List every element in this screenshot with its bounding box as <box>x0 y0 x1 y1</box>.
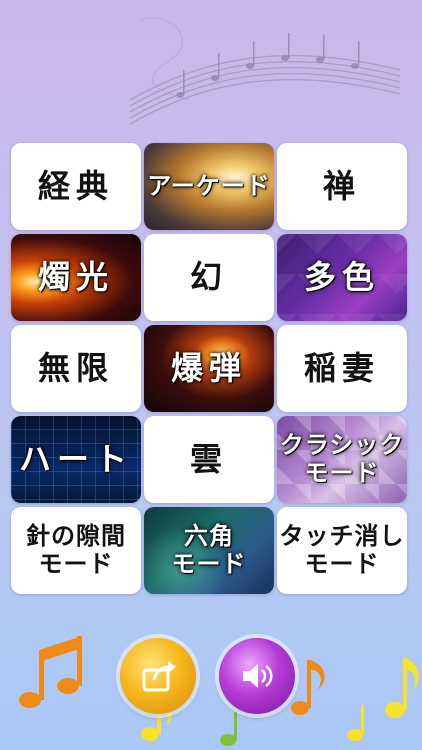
tile-touch-erase-mode[interactable]: タッチ消し モード <box>277 507 407 594</box>
tile-hexagon-mode[interactable]: 六角 モード <box>144 507 274 594</box>
share-button[interactable] <box>120 638 196 714</box>
tile-infinite[interactable]: 無限 <box>11 325 141 412</box>
tile-label: 幻 <box>189 258 228 297</box>
tile-label: タッチ消し モード <box>279 521 405 578</box>
tile-label: 針の隙間 モード <box>26 521 126 578</box>
tile-label: 燭光 <box>37 258 114 297</box>
tile-label: クラシック モード <box>279 430 405 487</box>
tile-label: 爆弾 <box>170 349 247 388</box>
music-staff-decoration <box>129 17 401 125</box>
tile-bomb[interactable]: 爆弾 <box>144 325 274 412</box>
speaker-icon <box>243 664 273 688</box>
tile-arcade[interactable]: アーケード <box>144 143 274 230</box>
tile-candlelight[interactable]: 燭光 <box>11 234 141 321</box>
bottom-notes-decoration <box>19 636 419 746</box>
tile-label: 多色 <box>303 258 380 297</box>
tile-label: 稲妻 <box>303 349 380 388</box>
tile-label: 六角 モード <box>171 521 247 578</box>
sound-toggle-button[interactable] <box>219 638 295 714</box>
tile-keiten[interactable]: 経典 <box>11 143 141 230</box>
mode-grid: 経典 アーケード 禅燭光 幻 多色無限 爆弾 稲妻ハート 雲 クラシック モード針の隙間 モード… <box>11 143 407 594</box>
tile-label: アーケード <box>147 171 271 200</box>
tile-classic-mode[interactable]: クラシック モード <box>277 416 407 503</box>
tile-needle-gap-mode[interactable]: 針の隙間 モード <box>11 507 141 594</box>
tile-maboroshi[interactable]: 幻 <box>144 234 274 321</box>
tile-heart[interactable]: ハート <box>11 416 141 503</box>
tile-label: ハート <box>18 440 133 479</box>
tile-label: 無限 <box>37 349 114 388</box>
tile-zen[interactable]: 禅 <box>277 143 407 230</box>
tile-label: 禅 <box>322 167 361 206</box>
tile-cloud[interactable]: 雲 <box>144 416 274 503</box>
tile-lightning[interactable]: 稲妻 <box>277 325 407 412</box>
share-icon <box>142 661 176 692</box>
tile-label: 雲 <box>189 440 228 479</box>
tile-multicolor[interactable]: 多色 <box>277 234 407 321</box>
tile-label: 経典 <box>37 167 114 206</box>
